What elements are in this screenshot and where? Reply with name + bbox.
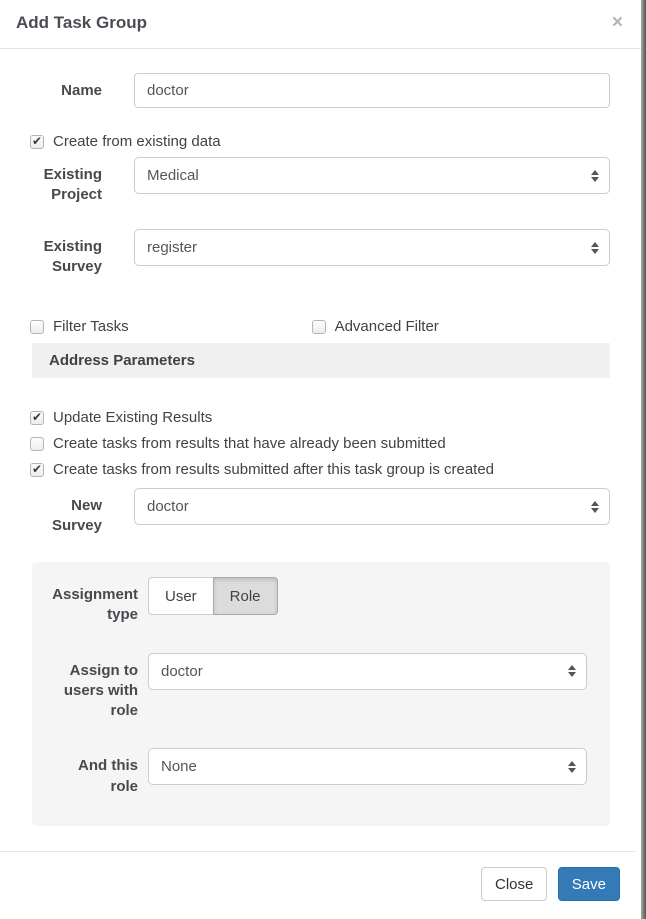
- assignment-type-role-button[interactable]: Role: [213, 577, 278, 615]
- modal-header: Add Task Group ×: [0, 0, 641, 49]
- create-tasks-after-checkbox[interactable]: [30, 463, 44, 477]
- existing-project-select[interactable]: Medical: [134, 157, 610, 194]
- and-role-select[interactable]: None: [148, 748, 587, 785]
- advanced-filter-checkbox[interactable]: [312, 320, 326, 334]
- address-parameters-header[interactable]: Address Parameters: [32, 343, 610, 378]
- backdrop-strip: [641, 0, 646, 919]
- update-existing-results-label[interactable]: Update Existing Results: [53, 409, 212, 426]
- assignment-type-user-button[interactable]: User: [148, 577, 214, 615]
- existing-project-label: Existing Project: [32, 157, 102, 204]
- assignment-panel: Assignment type User Role Assign to user…: [32, 562, 610, 826]
- assign-role-value: doctor: [161, 663, 203, 680]
- save-button[interactable]: Save: [558, 867, 620, 901]
- filter-tasks-checkbox[interactable]: [30, 320, 44, 334]
- existing-project-row: Existing Project Medical: [32, 157, 610, 204]
- name-row: Name: [32, 73, 610, 108]
- assign-role-row: Assign to users with role doctor: [48, 653, 587, 722]
- update-existing-results-row: Update Existing Results: [30, 409, 610, 426]
- name-label: Name: [32, 73, 102, 108]
- create-from-existing-label[interactable]: Create from existing data: [53, 133, 221, 150]
- create-tasks-submitted-checkbox[interactable]: [30, 437, 44, 451]
- modal-footer: Close Save: [0, 851, 636, 916]
- advanced-filter-label[interactable]: Advanced Filter: [335, 318, 439, 335]
- assign-role-label: Assign to users with role: [48, 653, 138, 722]
- new-survey-row: New Survey doctor: [32, 488, 610, 535]
- select-arrows-icon: [591, 242, 599, 254]
- create-tasks-submitted-row: Create tasks from results that have alre…: [30, 435, 610, 452]
- create-from-existing-row: Create from existing data: [30, 133, 610, 150]
- create-tasks-after-label[interactable]: Create tasks from results submitted afte…: [53, 461, 494, 478]
- create-from-existing-checkbox[interactable]: [30, 135, 44, 149]
- add-task-group-modal: Add Task Group × Name Create from existi…: [0, 0, 641, 919]
- assignment-type-row: Assignment type User Role: [48, 577, 587, 626]
- select-arrows-icon: [591, 170, 599, 182]
- close-button[interactable]: Close: [481, 867, 547, 901]
- modal-title: Add Task Group: [16, 13, 147, 33]
- assignment-type-label: Assignment type: [48, 577, 138, 626]
- filter-tasks-label[interactable]: Filter Tasks: [53, 318, 129, 335]
- select-arrows-icon: [568, 761, 576, 773]
- create-tasks-submitted-label[interactable]: Create tasks from results that have alre…: [53, 435, 446, 452]
- create-tasks-after-row: Create tasks from results submitted afte…: [30, 461, 610, 478]
- new-survey-value: doctor: [147, 498, 189, 515]
- new-survey-select[interactable]: doctor: [134, 488, 610, 525]
- new-survey-label: New Survey: [32, 488, 102, 535]
- assignment-type-toggle: User Role: [148, 577, 278, 615]
- existing-survey-value: register: [147, 239, 197, 256]
- assign-role-select[interactable]: doctor: [148, 653, 587, 690]
- filters-row: Filter Tasks Advanced Filter: [32, 318, 610, 335]
- existing-survey-label: Existing Survey: [32, 229, 102, 276]
- filter-tasks-row: Filter Tasks: [30, 318, 129, 335]
- and-role-value: None: [161, 758, 197, 775]
- modal-body: Name Create from existing data Existing …: [0, 49, 641, 826]
- existing-survey-row: Existing Survey register: [32, 229, 610, 276]
- existing-project-value: Medical: [147, 167, 199, 184]
- name-input[interactable]: [134, 73, 610, 108]
- and-role-label: And this role: [48, 748, 138, 797]
- existing-survey-select[interactable]: register: [134, 229, 610, 266]
- advanced-filter-row: Advanced Filter: [312, 318, 439, 335]
- and-role-row: And this role None: [48, 748, 587, 797]
- close-icon[interactable]: ×: [610, 13, 625, 32]
- update-existing-results-checkbox[interactable]: [30, 411, 44, 425]
- select-arrows-icon: [568, 665, 576, 677]
- select-arrows-icon: [591, 501, 599, 513]
